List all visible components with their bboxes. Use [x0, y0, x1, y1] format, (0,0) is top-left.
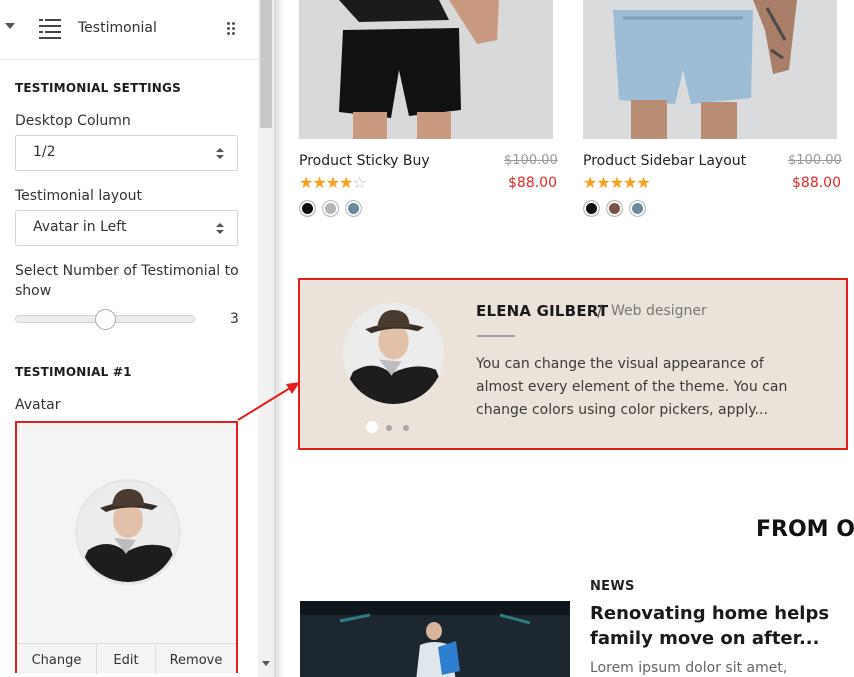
product-price-1: $88.00 [508, 175, 557, 191]
section-settings-icon [39, 19, 61, 39]
panel-header[interactable]: Testimonial [0, 0, 258, 60]
carousel-dot[interactable] [386, 425, 392, 431]
testimonial-text-line: change colors using color pickers, apply… [476, 402, 768, 418]
panel-scrollbar[interactable] [258, 0, 274, 677]
product-title-1[interactable]: Product Sticky Buy [299, 153, 430, 169]
avatar-picker[interactable]: Change Edit Remove [15, 421, 238, 674]
count-slider-value: 3 [230, 311, 239, 327]
testimonial-avatar [343, 303, 444, 404]
color-swatch[interactable] [583, 200, 600, 217]
count-label-line2: show [15, 283, 52, 299]
star-filled-icon: ★ [312, 173, 326, 192]
color-swatch[interactable] [345, 200, 362, 217]
avatar-actions: Change Edit Remove [17, 643, 236, 674]
avatar-edit-button[interactable]: Edit [97, 644, 156, 674]
desktop-column-value: 1/2 [33, 144, 56, 160]
product-image-2[interactable] [583, 0, 837, 139]
panel-divider [274, 0, 285, 677]
select-arrows-icon [216, 223, 224, 235]
testimonial-name: ELENA GILBERT [476, 302, 609, 320]
settings-heading: TESTIMONIAL SETTINGS [15, 81, 181, 95]
editor-panel: Testimonial TESTIMONIAL SETTINGS Desktop… [0, 0, 258, 677]
star-filled-icon: ★ [636, 173, 650, 192]
count-slider-thumb[interactable] [95, 309, 116, 330]
product-old-price-1: $100.00 [504, 153, 558, 168]
scrollbar-thumb[interactable] [260, 0, 272, 128]
desktop-column-label: Desktop Column [15, 113, 131, 129]
avatar-change-button[interactable]: Change [17, 644, 97, 674]
blog-section-heading: FROM OU [756, 517, 854, 542]
star-filled-icon: ★ [583, 173, 597, 192]
star-filled-icon: ★ [609, 173, 624, 192]
testimonial-separator: / [597, 301, 603, 320]
layout-value: Avatar in Left [33, 219, 127, 235]
news-category-tag[interactable]: NEWS [590, 579, 635, 594]
panel-title: Testimonial [78, 20, 157, 36]
annotation-arrow [237, 382, 300, 421]
rating-stars-2: ★★★★★ [583, 173, 651, 192]
testimonial-text-line: almost every element of the theme. You c… [476, 379, 788, 395]
rating-stars-1: ★★★★☆ [299, 173, 367, 192]
news-excerpt: Lorem ipsum dolor sit amet, [590, 660, 788, 676]
product-old-price-2: $100.00 [788, 153, 842, 168]
layout-select[interactable]: Avatar in Left [15, 210, 238, 246]
scroll-down-arrow-icon[interactable] [262, 661, 270, 666]
product-image-1[interactable] [299, 0, 553, 139]
testimonial-role: Web designer [611, 303, 707, 319]
drag-handle-icon[interactable] [227, 22, 237, 36]
product-title-2[interactable]: Product Sidebar Layout [583, 153, 746, 169]
avatar-remove-button[interactable]: Remove [156, 644, 236, 674]
star-filled-icon: ★ [339, 173, 353, 192]
count-label: Select Number of Testimonial to [15, 263, 239, 279]
color-swatch[interactable] [322, 200, 339, 217]
select-arrows-icon [216, 148, 224, 160]
news-image[interactable] [300, 601, 570, 677]
testimonial-divider [477, 335, 515, 337]
avatar-label: Avatar [15, 397, 61, 413]
news-title-line[interactable]: Renovating home helps [590, 603, 829, 624]
avatar-image [75, 479, 181, 585]
testimonial-block[interactable]: ELENA GILBERT / Web designer You can cha… [298, 278, 848, 450]
color-swatch[interactable] [606, 200, 623, 217]
color-swatch[interactable] [299, 200, 316, 217]
testimonial-item-heading: TESTIMONIAL #1 [15, 365, 132, 379]
star-filled-icon: ★ [623, 173, 637, 192]
star-filled-icon: ★ [596, 173, 610, 192]
desktop-column-select[interactable]: 1/2 [15, 135, 238, 171]
color-swatch[interactable] [629, 200, 646, 217]
carousel-dot-active[interactable] [366, 421, 378, 433]
layout-label: Testimonial layout [15, 188, 143, 204]
star-filled-icon: ★ [325, 173, 340, 192]
star-empty-icon: ☆ [352, 173, 366, 192]
collapse-caret-icon[interactable] [5, 23, 15, 29]
testimonial-text-line: You can change the visual appearance of [476, 356, 764, 372]
product-price-2: $88.00 [792, 175, 841, 191]
star-filled-icon: ★ [299, 173, 313, 192]
news-title-line[interactable]: family move on after... [590, 628, 819, 649]
carousel-dot[interactable] [403, 425, 409, 431]
